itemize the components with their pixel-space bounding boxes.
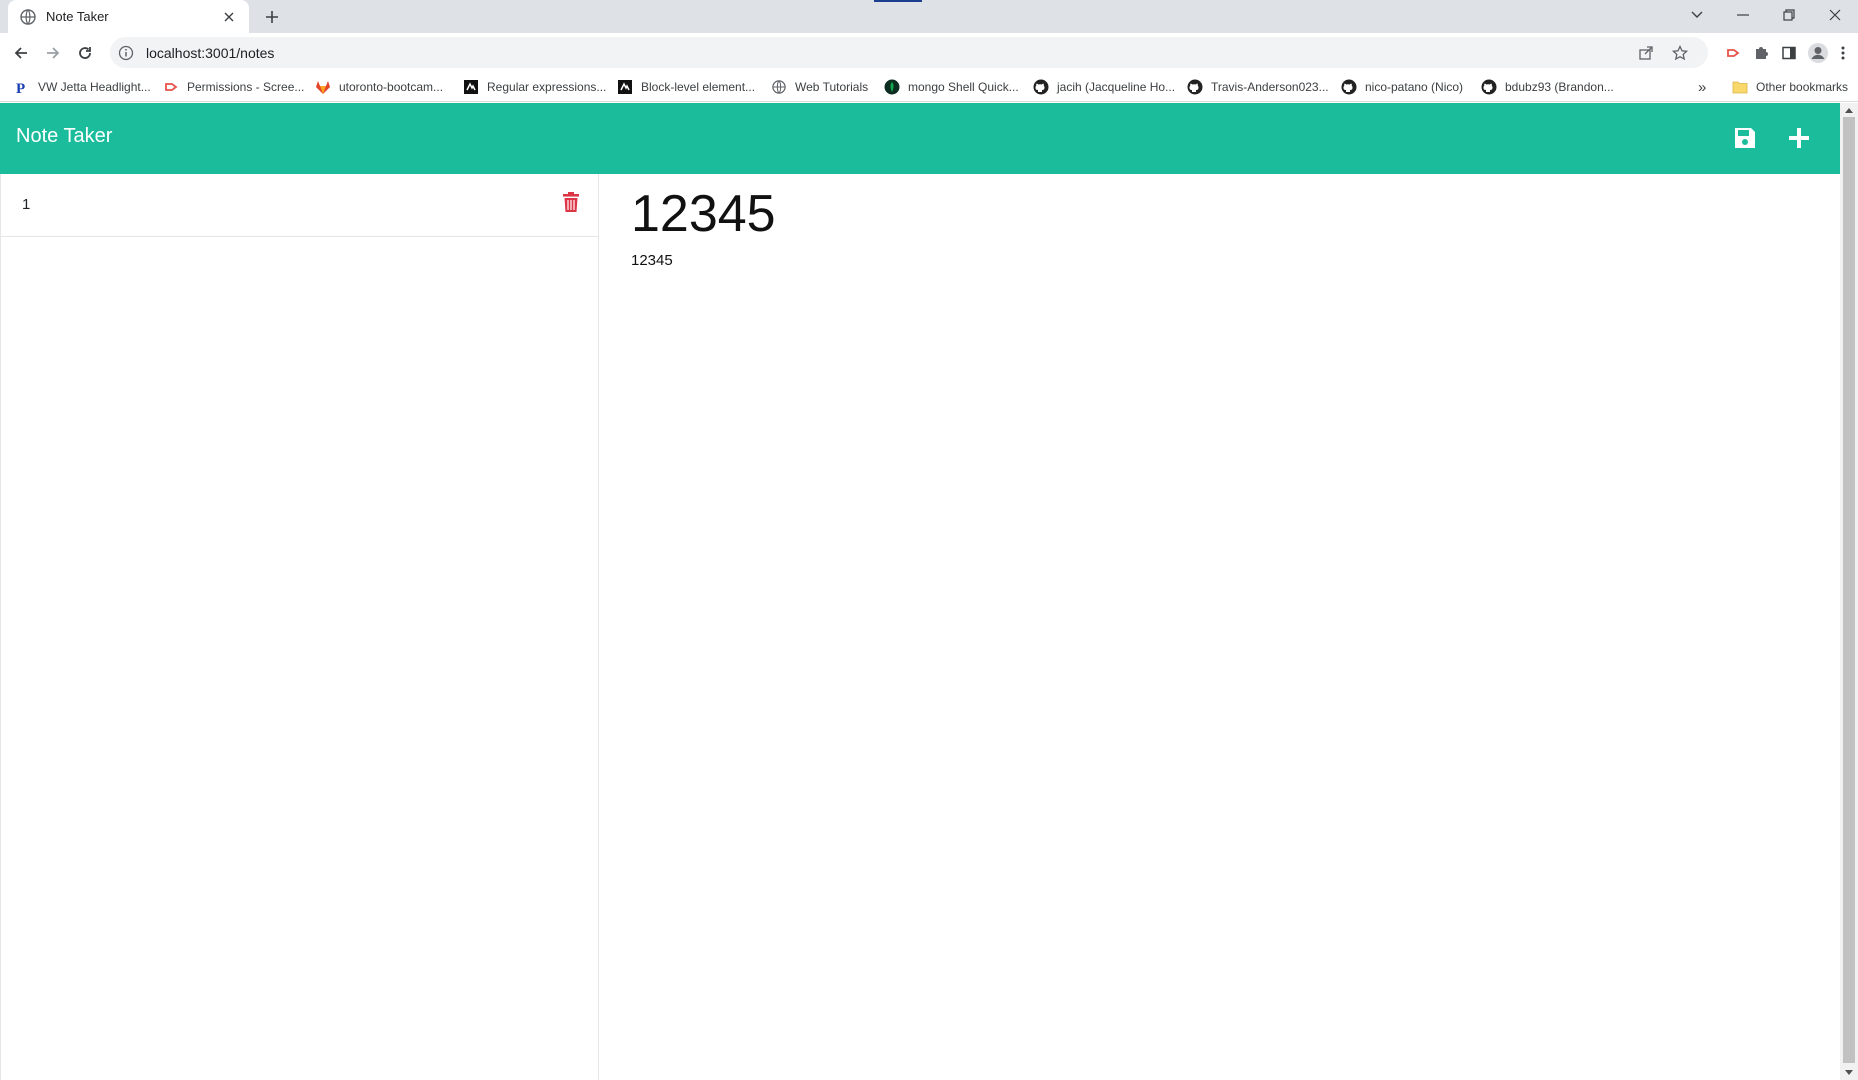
mdn-box-icon [463,79,479,95]
browser-tab[interactable]: Note Taker [8,0,249,33]
page-scrollbar[interactable] [1840,103,1858,1080]
scroll-up-icon[interactable] [1844,105,1854,115]
menu-kebab-icon[interactable] [1828,38,1858,68]
new-note-icon[interactable] [1784,123,1814,153]
app-navbar: Note Taker [0,103,1840,174]
gitlab-fox-icon [315,79,331,95]
note-text-input[interactable]: 12345 [631,252,1811,652]
other-bookmarks[interactable]: Other bookmarks [1732,77,1848,97]
trash-icon[interactable] [559,190,583,214]
tab-strip-indicator [874,0,922,2]
bookmark-item[interactable]: utoronto-bootcam... [315,77,443,97]
bookmark-item[interactable]: bdubz93 (Brandon... [1481,77,1614,97]
scroll-thumb[interactable] [1843,117,1855,1063]
bookmark-item[interactable]: Permissions - Scree... [163,77,304,97]
bookmarks-bar: P VW Jetta Headlight... Permissions - Sc… [0,72,1858,102]
url-text: localhost:3001/notes [146,44,275,61]
bookmark-item[interactable]: jacih (Jacqueline Ho... [1033,77,1175,97]
github-icon [1481,79,1497,95]
back-icon[interactable] [6,38,36,68]
bookmark-item[interactable]: Block-level element... [617,77,755,97]
p-letter-icon: P [14,79,30,95]
globe-icon [20,8,36,25]
svg-text:P: P [16,81,25,94]
brand-title[interactable]: Note Taker [16,125,112,148]
save-note-icon[interactable] [1730,123,1760,153]
github-icon [1187,79,1203,95]
tab-search-icon[interactable] [1674,0,1720,30]
bookmark-item[interactable]: P VW Jetta Headlight... [14,77,151,97]
extensions-puzzle-icon[interactable] [1746,38,1776,68]
mdn-box-icon [617,79,633,95]
tab-strip: Note Taker [0,0,1858,33]
address-bar[interactable]: localhost:3001/notes [110,37,1708,68]
github-icon [1033,79,1049,95]
globe-icon [771,79,787,95]
reload-icon[interactable] [70,38,100,68]
new-tab-button[interactable] [258,3,286,31]
restore-icon[interactable] [1766,0,1812,30]
minimize-icon[interactable] [1720,0,1766,30]
tab-title: Note Taker [46,9,109,24]
info-icon[interactable] [118,45,134,61]
mongo-leaf-icon [884,79,900,95]
bookmark-item[interactable]: Regular expressions... [463,77,606,97]
github-icon [1341,79,1357,95]
forward-icon[interactable] [38,38,68,68]
tab-close-icon[interactable] [215,3,243,31]
note-title-input[interactable] [631,182,1811,246]
side-panel-icon[interactable] [1774,38,1804,68]
bookmark-item[interactable]: Travis-Anderson023... [1187,77,1329,97]
folder-icon [1732,79,1748,95]
window-close-icon[interactable] [1812,0,1858,30]
browser-toolbar: localhost:3001/notes [0,33,1858,72]
arrow-tag-icon [163,79,179,95]
bookmark-item[interactable]: Web Tutorials [771,77,868,97]
note-editor: 12345 [600,174,1840,1080]
list-item[interactable]: 1 [1,174,599,237]
share-icon[interactable] [1632,37,1660,68]
bookmarks-overflow-button[interactable]: » [1698,77,1706,97]
extension-icon[interactable] [1718,38,1748,68]
note-list-title: 1 [22,196,31,213]
scroll-down-icon[interactable] [1844,1067,1854,1077]
bookmark-item[interactable]: mongo Shell Quick... [884,77,1019,97]
bookmark-star-icon[interactable] [1666,37,1694,68]
bookmark-item[interactable]: nico-patano (Nico) [1341,77,1463,97]
note-list: 1 [0,174,599,1080]
